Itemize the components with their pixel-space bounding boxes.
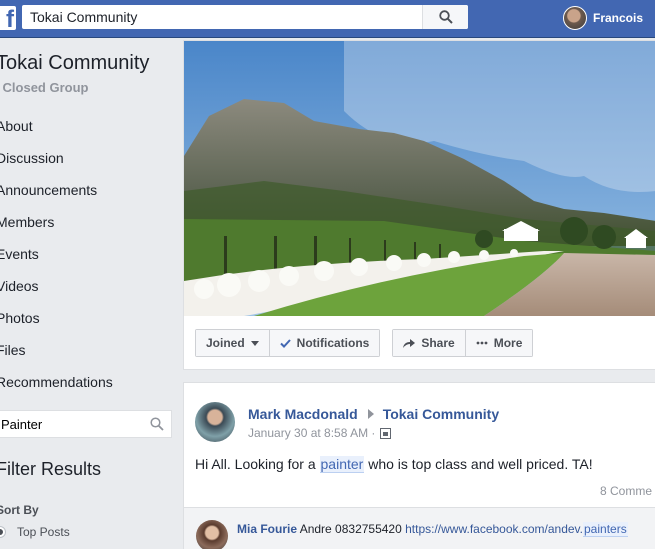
post-text-part: Hi All. Looking for a <box>195 456 320 472</box>
search-button[interactable] <box>422 5 468 29</box>
group-audience-icon <box>380 427 392 439</box>
sidebar-item-files[interactable]: Files <box>0 340 113 372</box>
joined-button[interactable]: Joined <box>195 329 270 357</box>
post-text-part: who is top class and well priced. TA! <box>364 456 593 472</box>
post-timestamp: January 30 at 8:58 AM · <box>248 426 392 440</box>
search-highlight: painters <box>583 522 628 537</box>
search-icon[interactable] <box>143 417 171 431</box>
comments-section: Mia Fourie Andre 0832755420 https://www.… <box>184 508 655 549</box>
chevron-down-icon <box>250 340 259 346</box>
group-search-box <box>0 410 172 438</box>
sort-by-label: Sort By <box>0 503 39 517</box>
post-author-link[interactable]: Mark Macdonald <box>248 406 358 422</box>
avatar[interactable] <box>196 520 228 549</box>
post-header: Mark Macdonald Tokai Community <box>248 406 499 422</box>
filter-results-heading: Filter Results <box>0 459 102 479</box>
profile-name: Francois <box>593 11 644 25</box>
avatar <box>563 6 587 30</box>
checkmark-icon <box>279 338 291 348</box>
sidebar-item-discussion[interactable]: Discussion <box>0 148 113 180</box>
comment-author-link[interactable]: Mia Fourie <box>237 522 297 536</box>
profile-link[interactable]: Francois <box>563 6 643 30</box>
comment-url-link[interactable]: https://www.facebook.com/andev.painters <box>405 522 628 537</box>
feed-post: Mark Macdonald Tokai Community January 3… <box>183 382 655 549</box>
comment: Mia Fourie Andre 0832755420 https://www.… <box>237 522 628 537</box>
comment-count-link[interactable]: 8 Comme <box>600 484 652 498</box>
global-search-box <box>22 5 468 29</box>
group-search-input[interactable] <box>0 416 143 432</box>
notifications-button[interactable]: Notifications <box>269 329 381 357</box>
search-highlight: painter <box>319 456 365 473</box>
search-icon <box>438 10 453 24</box>
comment-url-part: https://www.facebook.com/andev. <box>405 522 583 536</box>
sidebar-item-photos[interactable]: Photos <box>0 308 113 340</box>
ellipsis-icon <box>476 341 488 345</box>
share-arrow-icon <box>403 338 416 348</box>
group-type-text: Closed Group <box>2 80 89 95</box>
membership-buttons: Joined Notifications <box>195 329 381 357</box>
radio-button[interactable] <box>0 526 6 538</box>
sidebar-item-about[interactable]: About <box>0 116 113 148</box>
notifications-label: Notifications <box>296 336 370 350</box>
group-privacy-label: 🔒︎ Closed Group <box>0 80 89 96</box>
post-time-link[interactable]: January 30 at 8:58 AM · <box>248 426 375 440</box>
group-action-bar: Joined Notifications Share More <box>195 329 534 357</box>
share-button[interactable]: Share <box>392 329 466 357</box>
group-title[interactable]: Tokai Community <box>0 52 149 75</box>
post-text: Hi All. Looking for a painter who is top… <box>195 456 593 473</box>
group-sidebar: Tokai Community 🔒︎ Closed Group About Di… <box>0 39 182 549</box>
sidebar-item-announcements[interactable]: Announcements <box>0 180 113 212</box>
top-navigation-bar: f Francois <box>0 0 655 38</box>
more-button[interactable]: More <box>465 329 534 357</box>
sidebar-item-members[interactable]: Members <box>0 212 113 244</box>
global-search-input[interactable] <box>22 5 422 29</box>
sort-option-label: Top Posts <box>17 525 70 539</box>
share-more-buttons: Share More <box>392 329 534 357</box>
joined-label: Joined <box>206 336 245 350</box>
triangle-right-icon <box>367 409 374 419</box>
facebook-logo-icon[interactable]: f <box>0 6 16 30</box>
cover-photo[interactable] <box>184 41 655 316</box>
comment-text: Andre 0832755420 <box>297 522 406 536</box>
sidebar-item-videos[interactable]: Videos <box>0 276 113 308</box>
group-header-card: Joined Notifications Share More <box>183 40 655 370</box>
share-label: Share <box>421 336 455 350</box>
group-nav: About Discussion Announcements Members E… <box>0 116 113 404</box>
sort-option-top-posts[interactable]: Top Posts <box>0 525 70 539</box>
post-group-link[interactable]: Tokai Community <box>383 406 499 422</box>
sidebar-item-events[interactable]: Events <box>0 244 113 276</box>
avatar[interactable] <box>195 402 235 442</box>
more-label: More <box>493 336 523 350</box>
sidebar-item-recommendations[interactable]: Recommendations <box>0 372 113 404</box>
